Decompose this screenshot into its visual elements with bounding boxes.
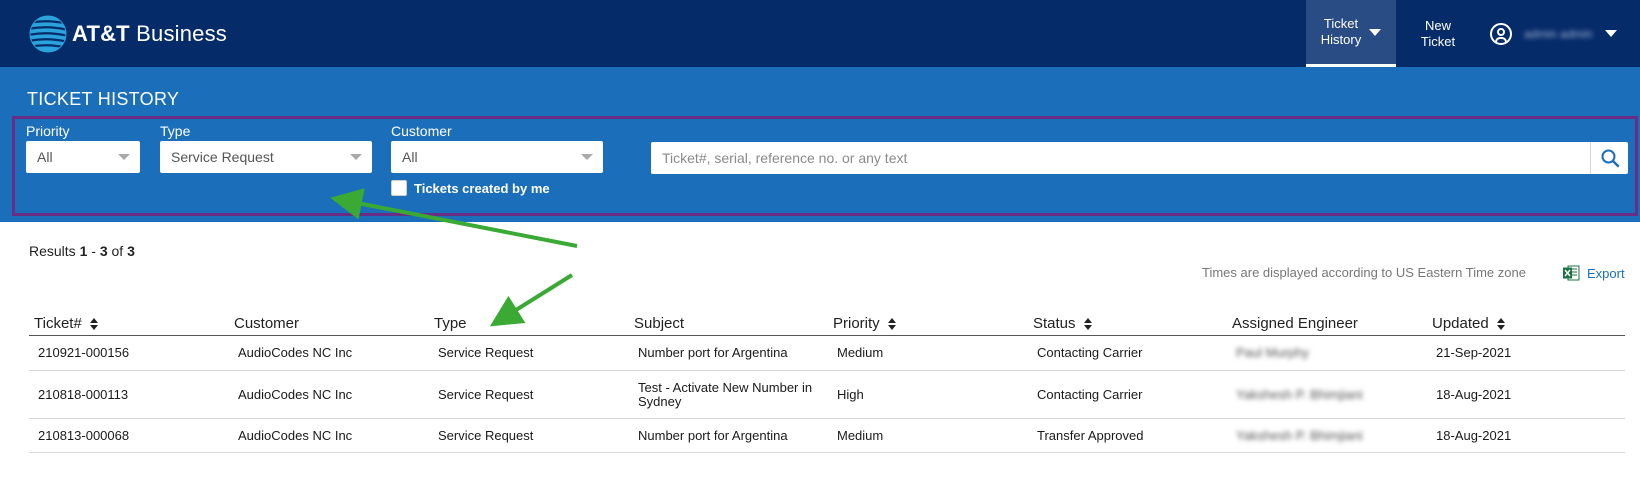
cell-type: Service Request — [438, 427, 534, 443]
export-label: Export — [1587, 265, 1625, 281]
chevron-down-icon — [118, 154, 130, 160]
sort-icon — [887, 317, 896, 330]
sort-icon — [1496, 317, 1505, 330]
cell-subject: Number port for Argentina — [638, 427, 788, 443]
user-name: admin admin — [1524, 26, 1593, 41]
user-menu[interactable]: admin admin — [1490, 0, 1620, 67]
table-row[interactable]: 210813-000068 AudioCodes NC Inc Service … — [29, 419, 1625, 453]
header-ticket[interactable]: Ticket# — [34, 315, 98, 332]
cell-ticket: 210818-000113 — [38, 386, 129, 402]
cell-updated: 21-Sep-2021 — [1436, 345, 1512, 360]
customer-value: All — [402, 149, 418, 165]
user-circle-icon — [1490, 22, 1512, 45]
header-customer: Customer — [234, 315, 300, 332]
results-count: Results 1 - 3 of 3 — [29, 243, 135, 259]
header-status[interactable]: Status — [1033, 315, 1092, 332]
customer-select[interactable]: All — [391, 141, 603, 173]
sort-icon — [1083, 317, 1092, 330]
table-header: Ticket# Customer Type Subject Priority S… — [29, 310, 1625, 336]
cell-priority: Medium — [837, 345, 884, 360]
priority-label: Priority — [26, 123, 70, 139]
cell-priority: High — [837, 386, 864, 402]
search-input[interactable] — [651, 142, 1589, 174]
cell-status: Contacting Carrier — [1037, 386, 1143, 402]
search-box — [651, 142, 1628, 174]
tickets-created-by-me-checkbox[interactable] — [391, 180, 407, 196]
search-icon — [1601, 149, 1619, 168]
cell-assigned-engineer: Yakshesh P. Bhimjiani — [1236, 386, 1363, 402]
nav-new-ticket-label: New Ticket — [1420, 17, 1456, 49]
cell-assigned-engineer: Paul Murphy — [1236, 345, 1309, 360]
nav-ticket-history-label: Ticket History — [1320, 16, 1362, 47]
header-assigned-engineer: Assigned Engineer — [1232, 315, 1358, 332]
nav-ticket-history[interactable]: Ticket History — [1306, 0, 1396, 67]
customer-label: Customer — [391, 123, 452, 139]
page-title: TICKET HISTORY — [27, 89, 180, 109]
timezone-note: Times are displayed according to US East… — [1202, 265, 1526, 280]
nav-new-ticket[interactable]: New Ticket — [1402, 0, 1474, 67]
table-row[interactable]: 210818-000113 AudioCodes NC Inc Service … — [29, 371, 1625, 419]
cell-type: Service Request — [438, 386, 534, 402]
header-priority[interactable]: Priority — [833, 315, 896, 332]
chevron-down-icon — [350, 154, 362, 160]
cell-ticket: 210921-000156 — [38, 345, 130, 360]
cell-status: Contacting Carrier — [1037, 345, 1143, 360]
cell-status: Transfer Approved — [1037, 427, 1144, 443]
priority-select[interactable]: All — [26, 141, 140, 173]
type-value: Service Request — [171, 149, 274, 165]
cell-customer: AudioCodes NC Inc — [238, 427, 353, 443]
cell-priority: Medium — [837, 427, 884, 443]
header-type: Type — [434, 315, 467, 332]
header-subject: Subject — [634, 315, 685, 332]
tickets-table: Ticket# Customer Type Subject Priority S… — [29, 310, 1625, 453]
cell-updated: 18-Aug-2021 — [1436, 386, 1512, 402]
caret-down-icon — [1369, 28, 1382, 36]
cell-subject: Number port for Argentina — [638, 345, 788, 360]
cell-customer: AudioCodes NC Inc — [238, 386, 353, 402]
cell-updated: 18-Aug-2021 — [1436, 427, 1512, 443]
cell-assigned-engineer: Yakshesh P. Bhimjiani — [1236, 427, 1363, 443]
cell-customer: AudioCodes NC Inc — [238, 345, 353, 360]
cell-ticket: 210813-000068 — [38, 427, 130, 443]
excel-icon — [1563, 265, 1580, 281]
cell-type: Service Request — [438, 345, 534, 360]
header-updated[interactable]: Updated — [1432, 315, 1505, 332]
export-button[interactable]: Export — [1562, 264, 1625, 282]
type-select[interactable]: Service Request — [160, 141, 372, 173]
top-navigation-bar: AT&T Business Ticket History New Ticket … — [0, 0, 1640, 67]
cell-subject: Test - Activate New Number in Sydney — [638, 379, 813, 409]
brand-name: AT&T Business — [72, 21, 228, 46]
priority-value: All — [37, 149, 53, 165]
search-button[interactable] — [1590, 142, 1628, 174]
table-row[interactable]: 210921-000156 AudioCodes NC Inc Service … — [29, 336, 1625, 371]
chevron-down-icon — [581, 154, 593, 160]
caret-down-icon — [1604, 30, 1617, 37]
tickets-created-by-me-label: Tickets created by me — [414, 181, 550, 196]
sort-icon — [89, 317, 98, 330]
brand-logo[interactable]: AT&T Business — [28, 14, 227, 54]
type-label: Type — [160, 123, 191, 139]
att-globe-icon — [29, 15, 67, 53]
